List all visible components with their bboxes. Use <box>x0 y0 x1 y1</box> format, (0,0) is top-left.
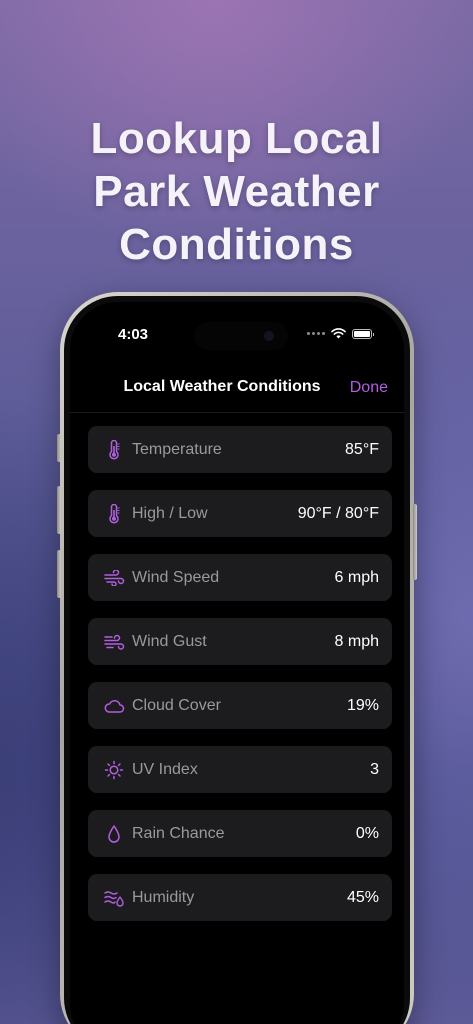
volume-up-button <box>57 486 61 534</box>
row-value: 0% <box>355 824 379 842</box>
sun-icon <box>103 759 125 781</box>
promo-headline: Lookup Local Park Weather Conditions <box>0 112 473 271</box>
phone-frame: 4:03 Local Weather Conditions Done Tempe… <box>57 292 417 1024</box>
row-label: High / Low <box>132 504 208 522</box>
list-item-wind-speed: Wind Speed 6 mph <box>88 554 392 601</box>
raindrop-icon <box>103 823 125 845</box>
row-label: Humidity <box>132 888 195 906</box>
humidity-icon <box>103 887 125 909</box>
done-button[interactable]: Done <box>350 379 388 397</box>
cloud-icon <box>103 695 125 717</box>
headline-line-3: Conditions <box>119 220 354 269</box>
dynamic-island <box>194 322 288 350</box>
headline-line-2: Park Weather <box>93 167 380 216</box>
list-item-high-low: High / Low 90°F / 80°F <box>88 490 392 537</box>
signal-icon <box>307 332 325 335</box>
list-item-wind-gust: Wind Gust 8 mph <box>88 618 392 665</box>
row-value: 90°F / 80°F <box>297 504 379 522</box>
row-label: Rain Chance <box>132 824 225 842</box>
camera-icon <box>264 331 274 341</box>
wifi-icon <box>331 328 346 339</box>
list-item-rain-chance: Rain Chance 0% <box>88 810 392 857</box>
row-label: UV Index <box>132 760 198 778</box>
list-item-temperature: Temperature 85°F <box>88 426 392 473</box>
power-button <box>413 504 417 580</box>
row-value: 6 mph <box>334 568 379 586</box>
volume-down-button <box>57 550 61 598</box>
row-value: 3 <box>370 760 379 778</box>
row-label: Temperature <box>132 440 222 458</box>
list-item-humidity: Humidity 45% <box>88 874 392 921</box>
thermometer-icon <box>103 503 125 525</box>
row-label: Cloud Cover <box>132 696 221 714</box>
list-item-cloud-cover: Cloud Cover 19% <box>88 682 392 729</box>
row-label: Wind Gust <box>132 632 207 650</box>
thermometer-icon <box>103 439 125 461</box>
row-value: 19% <box>346 696 379 714</box>
phone-bezel: 4:03 Local Weather Conditions Done Tempe… <box>64 296 410 1024</box>
action-button <box>57 434 61 462</box>
row-label: Wind Speed <box>132 568 220 586</box>
wind-icon <box>103 567 125 589</box>
row-value: 85°F <box>345 440 379 458</box>
list-item-uv-index: UV Index 3 <box>88 746 392 793</box>
status-icons <box>307 328 374 339</box>
status-time: 4:03 <box>118 326 149 343</box>
weather-conditions-list: Temperature 85°F High / Low 90°F / 80°F … <box>88 426 392 938</box>
headline-line-1: Lookup Local <box>90 114 383 163</box>
phone-screen: 4:03 Local Weather Conditions Done Tempe… <box>70 302 404 1024</box>
row-value: 45% <box>346 888 379 906</box>
battery-icon <box>352 328 374 339</box>
wind-gust-icon <box>103 631 125 653</box>
nav-divider <box>70 412 404 413</box>
row-value: 8 mph <box>334 632 379 650</box>
